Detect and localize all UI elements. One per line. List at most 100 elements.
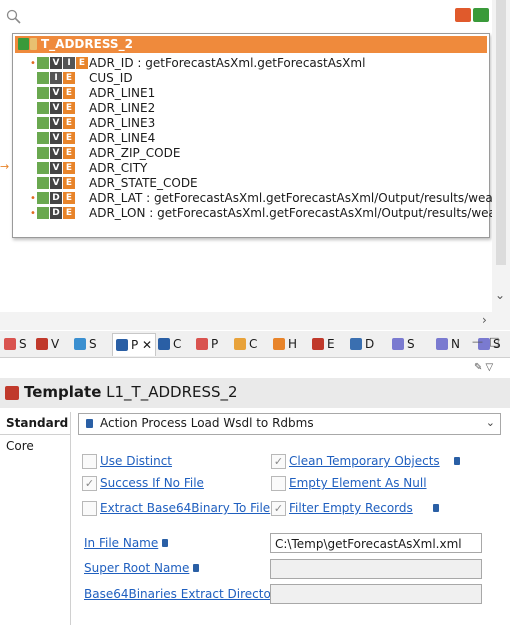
view-tab-label: S (19, 337, 27, 351)
view-tab-label: C (173, 337, 182, 351)
base64-extract-directory-label[interactable]: Base64Binaries Extract Directory (84, 587, 283, 601)
view-tab[interactable]: H (273, 335, 297, 353)
column-icons: VE (37, 102, 76, 115)
column-key-icon (37, 132, 49, 144)
success-if-no-file-label[interactable]: Success If No File (100, 475, 204, 491)
view-tab[interactable]: S (392, 335, 415, 353)
column-v-icon: V (50, 177, 62, 189)
process-select-value: Action Process Load Wsdl to Rdbms (100, 416, 314, 430)
link-arrow-icon: → (0, 160, 10, 173)
mapped-star-icon: • (30, 58, 36, 69)
horizontal-scrollbar[interactable]: › (0, 312, 492, 330)
vertical-scrollbar[interactable]: ⌄ (492, 0, 510, 330)
datastore-node[interactable]: T_ADDRESS_2 • V I E ADR_ID : getForecastAsXm… (12, 33, 510, 238)
super-root-name-field[interactable] (270, 559, 482, 579)
view-tab-icon (36, 338, 48, 350)
extract-base64-label[interactable]: Extract Base64Binary To File (100, 500, 270, 516)
column-row[interactable]: V E ADR_STATE_CODE (13, 176, 489, 191)
success-if-no-file-box[interactable]: ✓ (82, 476, 97, 491)
side-tabs: Standard Core (0, 412, 71, 625)
column-icons: VE (37, 147, 76, 160)
column-row[interactable]: V E ADR_LINE1 (13, 86, 489, 101)
view-tab-icon (273, 338, 285, 350)
folder-icon (30, 38, 37, 50)
properties-panel (0, 331, 510, 626)
maximize-icon[interactable]: □ (489, 335, 505, 348)
column-e-icon: E (76, 57, 88, 69)
use-distinct-label[interactable]: Use Distinct (100, 453, 172, 469)
column-key-icon (37, 207, 49, 219)
column-key-icon (37, 117, 49, 129)
view-tab[interactable]: C (234, 335, 257, 353)
toolbar-icons (453, 8, 489, 25)
column-e-icon: E (63, 87, 75, 99)
chevron-down-icon[interactable]: ⌄ (486, 416, 495, 429)
column-v-icon: V (50, 87, 62, 99)
view-tab-label: E (327, 337, 335, 351)
tab-standard[interactable]: Standard (0, 412, 70, 435)
column-icons: IE (37, 72, 76, 85)
clean-temporary-objects-box[interactable]: ✓ (271, 454, 286, 469)
view-tab-icon (392, 338, 404, 350)
column-row[interactable]: • D E ADR_LON : getForecastAsXml.getForecas… (13, 206, 510, 221)
use-distinct-box[interactable] (82, 454, 97, 469)
column-row[interactable]: V E ADR_LINE2 (13, 101, 489, 116)
view-tab[interactable]: P ✕ (112, 333, 157, 356)
view-tab-bar: SVSP ✕ C P C H E D S N S (0, 331, 510, 358)
info-marker-icon (193, 564, 200, 572)
view-tab-icon (312, 338, 324, 350)
column-label: ADR_LINE3 (89, 116, 156, 130)
view-tab-label: N (451, 337, 460, 351)
scroll-thumb[interactable] (496, 0, 506, 265)
search-icon[interactable] (6, 9, 22, 25)
view-tab[interactable]: V (36, 335, 59, 353)
int-icon[interactable] (473, 8, 489, 22)
empty-element-as-null-box[interactable] (271, 476, 286, 491)
load-icon[interactable] (455, 8, 471, 22)
column-icons: VE (37, 177, 76, 190)
column-row[interactable]: V E ADR_ZIP_CODE (13, 146, 489, 161)
column-key-icon (37, 87, 49, 99)
datastore-header[interactable]: T_ADDRESS_2 (15, 36, 487, 53)
view-tab-icon (196, 338, 208, 350)
column-row[interactable]: • D E ADR_LAT : getForecastAsXml.getForecas… (13, 191, 510, 206)
view-tab[interactable]: C (158, 335, 181, 353)
column-e-icon: E (63, 162, 75, 174)
super-root-name-label[interactable]: Super Root Name (84, 561, 200, 575)
view-tab[interactable]: E (312, 335, 335, 353)
column-row[interactable]: V E ADR_LINE3 (13, 116, 489, 131)
column-list: • V I E ADR_ID : getForecastAsXml.getForecas… (13, 56, 510, 221)
clean-temporary-objects-label[interactable]: Clean Temporary Objects (289, 453, 440, 469)
column-label: ADR_LINE1 (89, 86, 156, 100)
base64-extract-directory-field[interactable] (270, 584, 482, 604)
column-row[interactable]: I E CUS_ID (13, 71, 489, 86)
view-tab[interactable]: N (436, 335, 460, 353)
empty-element-as-null-label[interactable]: Empty Element As Null (289, 475, 427, 491)
in-file-name-label[interactable]: In File Name (84, 536, 169, 550)
tab-core[interactable]: Core (0, 435, 70, 457)
column-icons: VE (37, 87, 76, 100)
scroll-down-icon[interactable]: ⌄ (495, 288, 505, 302)
column-row[interactable]: V E ADR_CITY (13, 161, 489, 176)
column-v-icon: V (50, 162, 62, 174)
view-tab[interactable]: S (4, 335, 27, 353)
filter-empty-records-label[interactable]: Filter Empty Records (289, 500, 413, 516)
view-tab[interactable]: D (350, 335, 374, 353)
view-tab[interactable]: P (196, 335, 218, 353)
view-tab-label: D (365, 337, 375, 351)
filter-empty-records-box[interactable]: ✓ (271, 501, 286, 516)
column-key-icon (37, 72, 49, 84)
extract-base64-box[interactable] (82, 501, 97, 516)
view-tab[interactable]: S (74, 335, 97, 353)
process-select[interactable]: Action Process Load Wsdl to Rdbms ⌄ (78, 413, 501, 435)
mapped-star-icon: • (30, 208, 36, 219)
page-title: Template L1_T_ADDRESS_2 (24, 383, 238, 401)
scroll-right-icon[interactable]: › (482, 313, 487, 327)
column-row[interactable]: • V I E ADR_ID : getForecastAsXml.getForecas… (13, 56, 489, 71)
column-i-icon: I (63, 57, 75, 69)
column-e-icon: E (63, 102, 75, 114)
view-menu-icon[interactable]: ✎ ▽ (474, 362, 493, 373)
minimize-icon[interactable]: — (472, 335, 489, 348)
column-row[interactable]: V E ADR_LINE4 (13, 131, 489, 146)
in-file-name-field[interactable]: C:\Temp\getForecastAsXml.xml (270, 533, 482, 553)
